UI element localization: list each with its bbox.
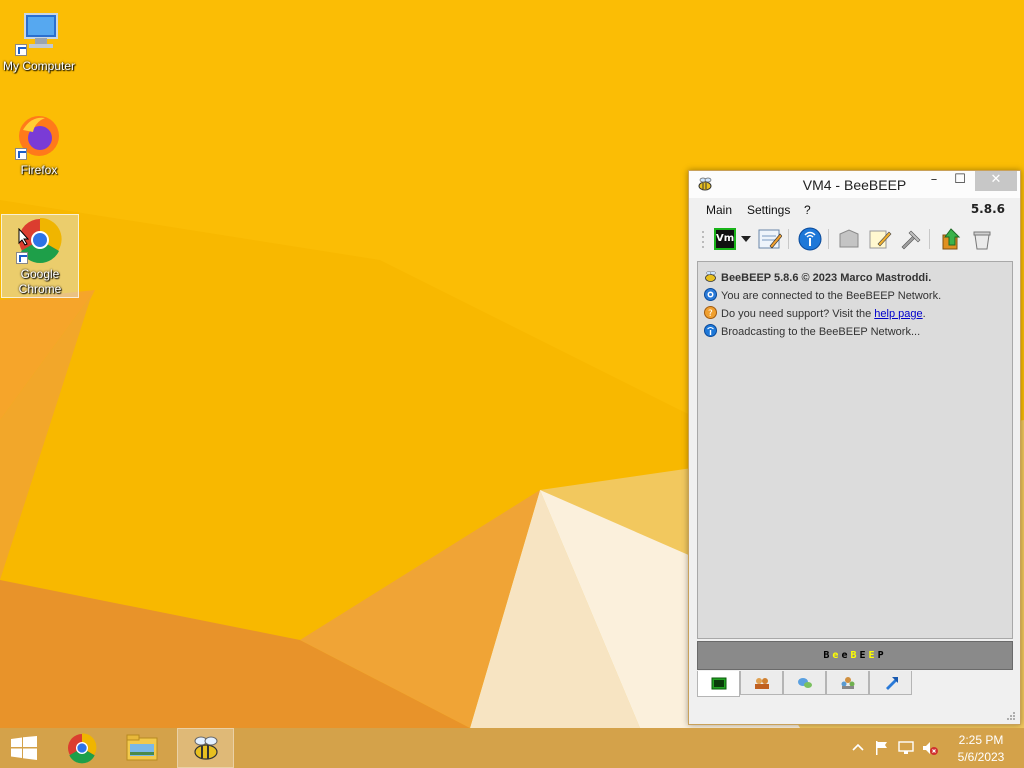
minimize-button[interactable]: – [921, 171, 947, 191]
status-button[interactable]: Vm [713, 226, 737, 252]
banner-letter: B [850, 650, 860, 661]
broadcast-icon [704, 324, 717, 337]
clock-date[interactable]: 5/6/2023 [950, 750, 1012, 764]
show-hidden-icons-chevron-icon[interactable] [850, 740, 866, 756]
tools-icon[interactable] [898, 226, 924, 252]
tab-chat[interactable] [697, 671, 740, 697]
network-broadcast-icon[interactable] [797, 226, 823, 252]
toolbar-grip-icon [699, 226, 707, 252]
folder-icon [126, 734, 158, 761]
desktop-icon-label: My Computer [2, 59, 76, 73]
windows-logo-icon [11, 736, 37, 760]
network-connected-icon [704, 288, 717, 301]
taskbar: 2:25 PM 5/6/2023 [0, 728, 1024, 768]
shortcut-arrow-icon [16, 252, 28, 264]
tab-users[interactable] [740, 671, 783, 695]
taskbar-file-explorer-button[interactable] [114, 728, 170, 768]
start-button[interactable] [0, 728, 48, 768]
panel-tabs [697, 671, 1013, 697]
taskbar-beebeep-button[interactable] [177, 728, 234, 768]
desktop-icon-my-computer[interactable]: My Computer [1, 8, 77, 74]
note-edit-icon[interactable] [867, 226, 893, 252]
users-tab-icon [754, 677, 769, 689]
window-titlebar[interactable]: VM4 - BeeBEEP – ☐ ✕ [689, 171, 1020, 198]
computer-icon [15, 8, 63, 56]
menu-main[interactable]: Main [706, 203, 732, 217]
chrome-icon [68, 733, 97, 764]
status-badge: Vm [714, 228, 736, 250]
firefox-icon [15, 112, 63, 160]
log-line: You are connected to the BeeBEEP Network… [704, 288, 941, 304]
file-sharing-tab-icon [885, 676, 898, 690]
tab-file-sharing[interactable] [869, 671, 912, 695]
clock-time[interactable]: 2:25 PM [950, 733, 1012, 747]
bee-icon [704, 270, 717, 283]
log-line: BeeBEEP 5.8.6 © 2023 Marco Mastroddi. [704, 270, 931, 286]
menu-bar: Main Settings ? 5.8.6 [695, 201, 1015, 219]
svg-text:?: ? [708, 309, 713, 319]
menu-settings[interactable]: Settings [747, 203, 790, 217]
chat-tab-icon [711, 677, 726, 689]
maximize-button[interactable]: ☐ [947, 171, 973, 191]
mouse-cursor-icon [18, 228, 30, 246]
beebeep-window[interactable]: VM4 - BeeBEEP – ☐ ✕ Main Settings ? 5.8.… [688, 170, 1021, 725]
log-line: Broadcasting to the BeeBEEP Network... [704, 324, 920, 340]
volume-muted-icon[interactable] [922, 740, 938, 756]
log-line: ? Do you need support? Visit the help pa… [704, 306, 926, 322]
bee-icon [193, 736, 218, 760]
conversations-tab-icon [797, 677, 812, 688]
chat-log[interactable]: BeeBEEP 5.8.6 © 2023 Marco Mastroddi. Yo… [697, 261, 1013, 639]
shortcut-arrow-icon [15, 148, 27, 160]
banner-letter: E [859, 650, 869, 661]
desktop-icon-label-line2: Chrome [18, 282, 62, 296]
help-page-link[interactable]: help page [874, 308, 922, 320]
resize-grip-icon[interactable] [1006, 711, 1016, 721]
toolbar: Vm [695, 223, 1015, 255]
close-button[interactable]: ✕ [975, 171, 1017, 191]
desktop-icon-label: Firefox [20, 163, 58, 177]
message-bubble-icon[interactable] [836, 226, 862, 252]
desktop-icon-label-line1: Google [20, 267, 60, 281]
support-icon: ? [704, 306, 717, 319]
beebeep-banner: BeeBEEP [697, 641, 1013, 670]
shortcut-arrow-icon [15, 44, 27, 56]
banner-letter: E [868, 650, 878, 661]
network-icon[interactable] [898, 740, 914, 756]
menu-help[interactable]: ? [804, 203, 811, 217]
trash-icon[interactable] [969, 226, 995, 252]
groups-tab-icon [841, 676, 854, 689]
banner-letter: P [877, 650, 887, 661]
desktop-icon-google-chrome[interactable]: Google Chrome [1, 214, 79, 298]
status-dropdown-icon[interactable] [739, 226, 753, 252]
version-label: 5.8.6 [970, 202, 1005, 216]
tab-conversations[interactable] [783, 671, 826, 695]
tab-groups[interactable] [826, 671, 869, 695]
taskbar-chrome-button[interactable] [54, 728, 110, 768]
edit-profile-icon[interactable] [757, 226, 783, 252]
desktop-icon-firefox[interactable]: Firefox [1, 112, 77, 178]
update-icon[interactable] [938, 226, 964, 252]
action-center-flag-icon[interactable] [874, 740, 890, 756]
